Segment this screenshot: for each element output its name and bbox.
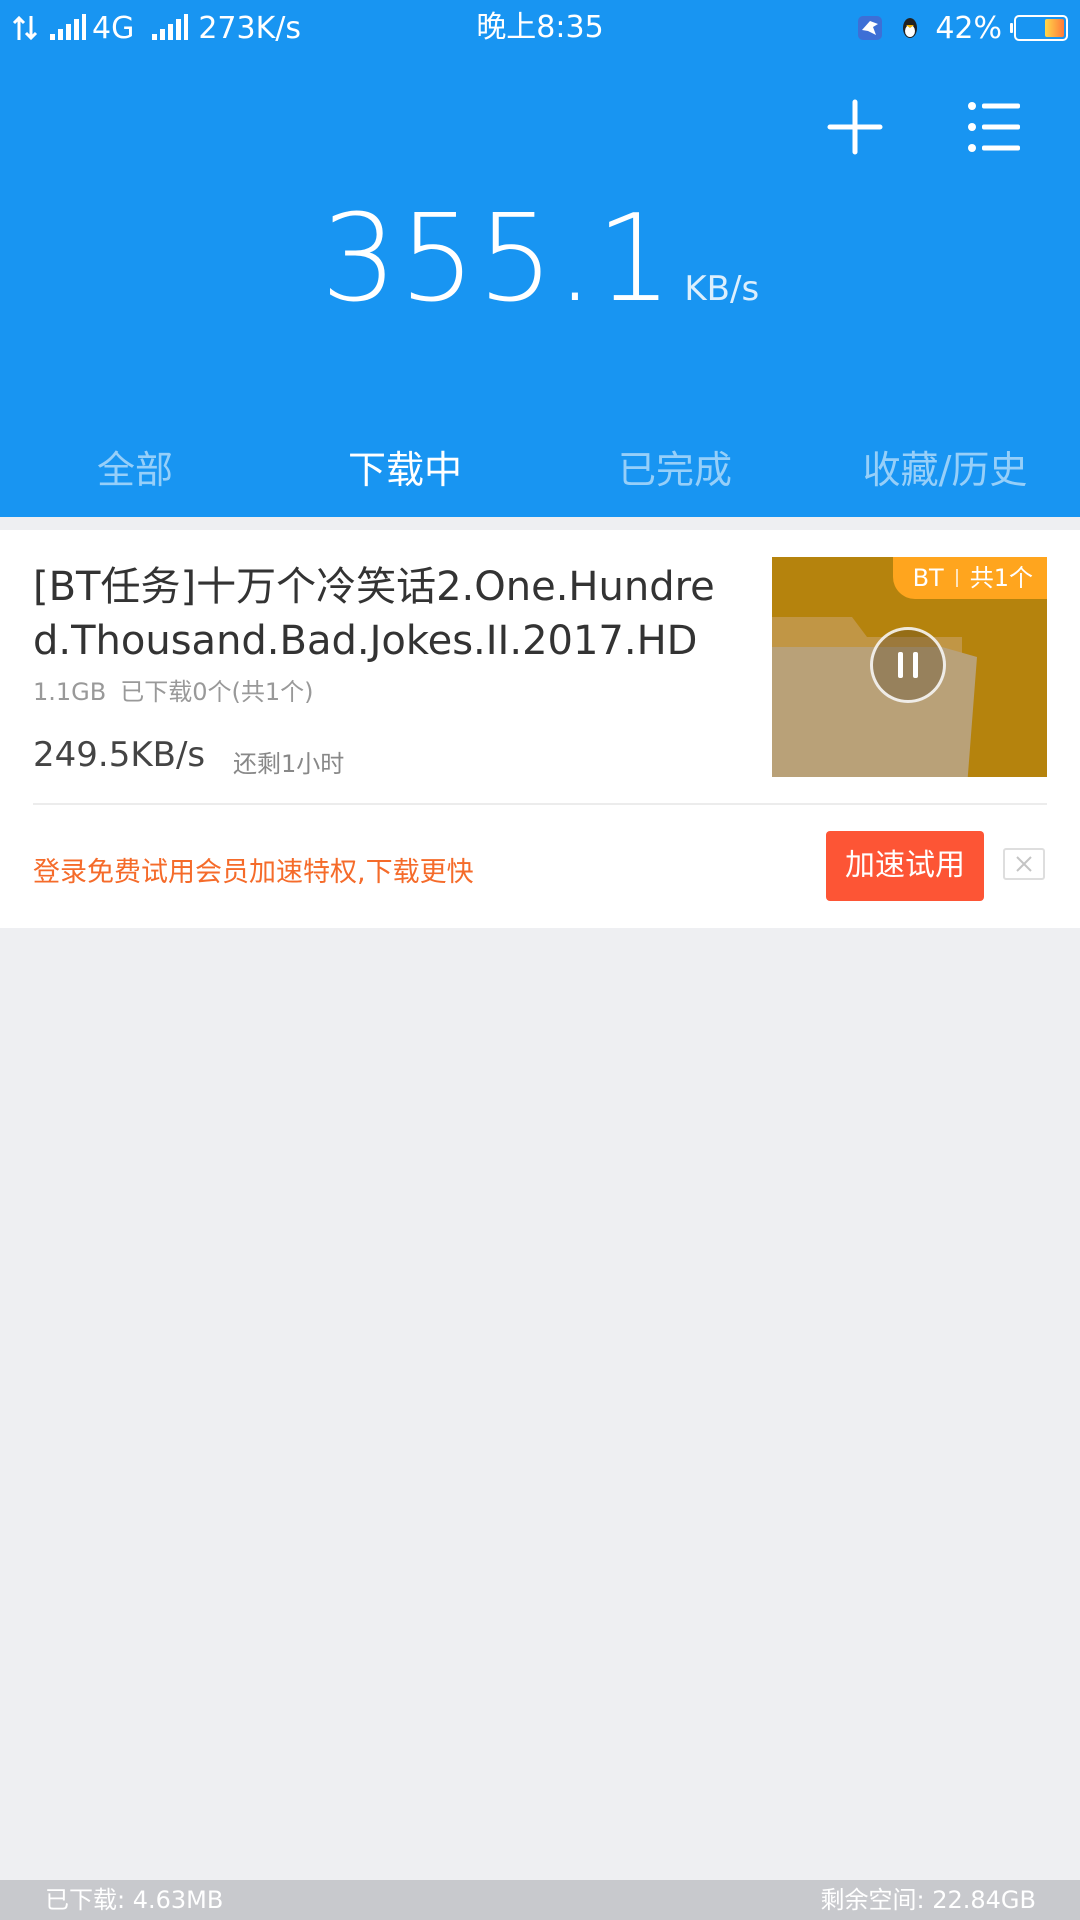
storage-bar: 已下载: 4.63MB 剩余空间: 22.84GB — [0, 1880, 1080, 1920]
bt-badge-type: BT — [912, 564, 944, 592]
close-promo-button[interactable] — [1003, 848, 1045, 880]
qq-penguin-icon — [903, 18, 918, 38]
download-task-card[interactable]: [BT任务]十万个冷笑话2.One.Hundred.Thousand.Bad.J… — [0, 530, 1080, 928]
total-speed: 355.1 KB/s — [0, 190, 1080, 329]
speed-trial-button[interactable]: 加速试用 — [826, 831, 984, 901]
bt-badge-separator — [955, 569, 958, 587]
task-size: 1.1GB — [33, 678, 107, 706]
pause-icon-bar-left — [898, 652, 903, 678]
bird-app-icon — [858, 16, 883, 40]
header: 4G 273K/s 晚上8:35 42% 355.1 KB/s 全部 下载中 已… — [0, 0, 1080, 517]
pause-icon-bar-right — [913, 652, 918, 678]
tab-bar: 全部 下载中 已完成 收藏/历史 — [0, 440, 1080, 500]
task-speed: 249.5KB/s — [33, 735, 206, 775]
card-divider — [33, 803, 1047, 805]
task-meta: 1.1GB 已下载0个(共1个) — [33, 672, 314, 707]
task-thumbnail[interactable]: BT 共1个 — [772, 557, 1047, 777]
tab-downloading[interactable]: 下载中 — [270, 440, 540, 500]
battery-fill — [1045, 19, 1064, 37]
speed-value: 355.1 — [320, 190, 675, 329]
bt-badge: BT 共1个 — [892, 557, 1047, 599]
promo-text[interactable]: 登录免费试用会员加速特权,下载更快 — [33, 850, 474, 889]
bt-badge-count: 共1个 — [969, 564, 1033, 592]
tab-all[interactable]: 全部 — [0, 440, 270, 500]
status-bar: 4G 273K/s 晚上8:35 42% — [0, 0, 1080, 56]
speed-unit: KB/s — [684, 269, 760, 309]
task-title[interactable]: [BT任务]十万个冷笑话2.One.Hundred.Thousand.Bad.J… — [33, 560, 743, 668]
task-progress-text: 已下载0个(共1个) — [120, 678, 314, 706]
menu-icon[interactable] — [958, 92, 1028, 162]
battery-percent: 42% — [935, 10, 1002, 46]
downloaded-size: 已下载: 4.63MB — [45, 1886, 224, 1914]
status-right: 42% — [857, 8, 1068, 48]
tab-completed[interactable]: 已完成 — [540, 440, 810, 500]
pause-button[interactable] — [870, 627, 946, 703]
tab-favorites-history[interactable]: 收藏/历史 — [810, 440, 1080, 500]
free-space: 剩余空间: 22.84GB — [820, 1886, 1036, 1914]
add-task-button[interactable] — [820, 92, 890, 162]
close-icon — [1016, 856, 1032, 872]
battery-icon — [1010, 15, 1068, 41]
task-time-left: 还剩1小时 — [233, 750, 345, 778]
